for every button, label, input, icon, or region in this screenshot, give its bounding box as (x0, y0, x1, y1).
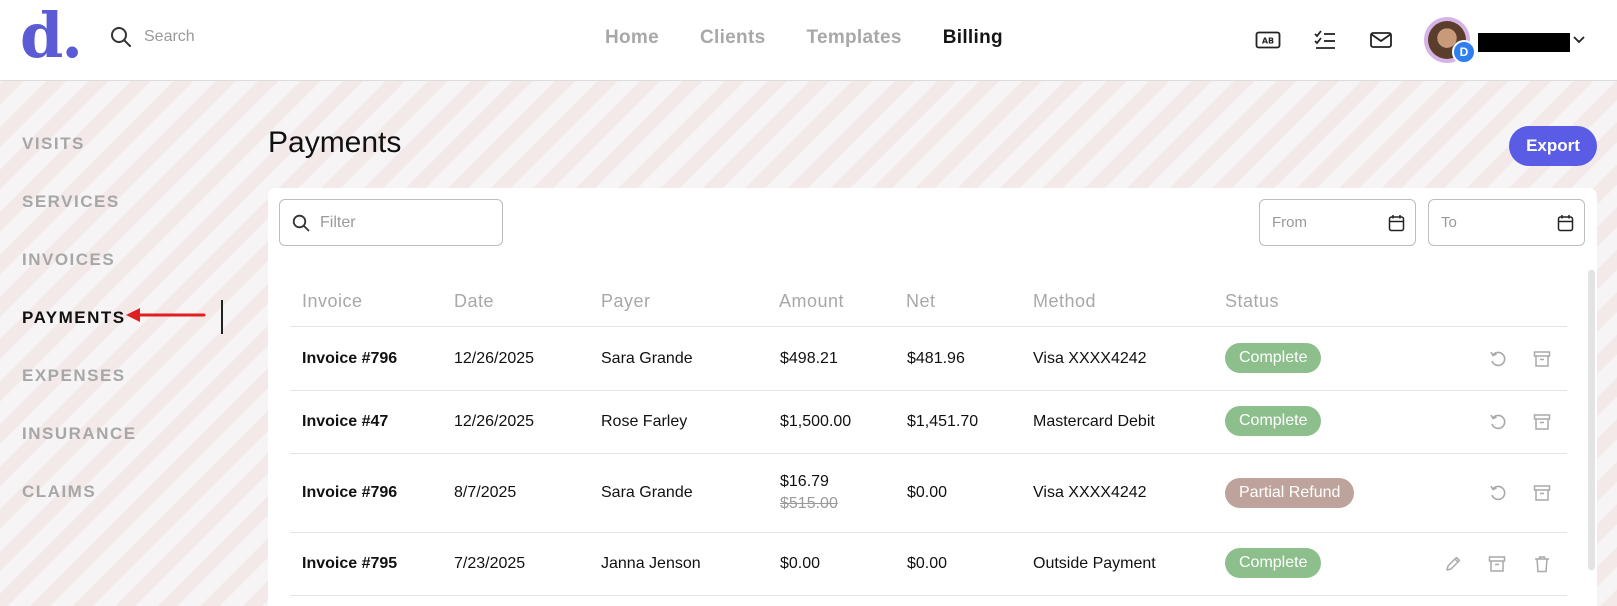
status-badge: Complete (1225, 548, 1322, 578)
svg-text:AB: AB (1262, 37, 1274, 46)
sidebar-item-visits[interactable]: VISITS (22, 134, 85, 154)
trash-icon[interactable] (1533, 555, 1551, 573)
sidebar-item-claims[interactable]: CLAIMS (22, 482, 96, 502)
checklist-icon[interactable] (1313, 29, 1337, 51)
avatar-badge: D (1452, 40, 1476, 64)
invoice-cell[interactable]: Invoice #796 (302, 350, 397, 368)
table-row[interactable]: Invoice #796 8/7/2025 Sara Grande $16.79… (290, 453, 1567, 532)
method-cell: Visa XXXX4242 (1033, 484, 1147, 501)
archive-icon[interactable] (1488, 555, 1506, 573)
app-logo[interactable]: d. (20, 4, 83, 68)
from-date-input[interactable] (1272, 214, 1388, 231)
invoice-cell[interactable]: Invoice #47 (302, 413, 388, 431)
to-date-input[interactable] (1441, 214, 1557, 231)
date-cell: 12/26/2025 (454, 350, 535, 367)
page-title: Payments (268, 126, 402, 159)
payer-cell: Sara Grande (601, 484, 693, 501)
column-header-method[interactable]: Method (1033, 291, 1096, 312)
sidebar-item-payments[interactable]: PAYMENTS (22, 308, 126, 328)
export-button[interactable]: Export (1509, 126, 1597, 166)
filter-input[interactable] (320, 213, 490, 232)
method-cell: Outside Payment (1033, 555, 1156, 572)
column-header-date[interactable]: Date (454, 291, 494, 312)
table-row[interactable]: Invoice #47 12/26/2025 Rose Farley $1,50… (290, 390, 1567, 453)
amount-cell: $1,500.00 (780, 413, 852, 430)
net-cell: $1,451.70 (907, 413, 979, 430)
invoice-cell[interactable]: Invoice #795 (302, 555, 397, 573)
invoice-cell[interactable]: Invoice #796 (302, 484, 397, 502)
method-cell: Visa XXXX4242 (1033, 350, 1147, 367)
search-icon (292, 214, 310, 231)
global-search (110, 26, 324, 48)
status-badge: Complete (1225, 406, 1322, 436)
edit-icon[interactable] (1444, 555, 1462, 573)
nav-home[interactable]: Home (605, 27, 659, 49)
user-avatar[interactable]: D (1424, 17, 1476, 64)
date-cell: 8/7/2025 (454, 484, 517, 501)
payments-card: Invoice Date Payer Amount Net Method Sta… (268, 188, 1597, 606)
date-cell: 7/23/2025 (454, 555, 526, 572)
method-cell: Mastercard Debit (1033, 413, 1155, 430)
amount-cell: $0.00 (780, 555, 821, 572)
column-header-payer[interactable]: Payer (601, 291, 651, 312)
original-amount-cell: $515.00 (780, 495, 838, 512)
refund-icon[interactable] (1489, 350, 1507, 368)
chevron-down-icon[interactable] (1572, 33, 1586, 47)
refund-icon[interactable] (1489, 413, 1507, 431)
column-header-invoice[interactable]: Invoice (302, 291, 363, 312)
status-badge: Complete (1225, 343, 1322, 373)
language-icon[interactable]: AB (1255, 29, 1281, 51)
column-header-net[interactable]: Net (906, 291, 936, 312)
calendar-icon[interactable] (1388, 214, 1405, 232)
amount-cell: $498.21 (780, 350, 838, 367)
status-badge: Partial Refund (1225, 478, 1355, 508)
main-nav: Home Clients Templates Billing (605, 27, 1003, 49)
sidebar-item-insurance[interactable]: INSURANCE (22, 424, 137, 444)
nav-clients[interactable]: Clients (700, 27, 765, 49)
mail-icon[interactable] (1369, 29, 1393, 51)
column-header-amount[interactable]: Amount (779, 291, 844, 312)
from-date-field[interactable] (1259, 199, 1416, 246)
filter-field[interactable] (279, 199, 503, 246)
sidebar-item-invoices[interactable]: INVOICES (22, 250, 115, 270)
table-scrollbar[interactable] (1588, 270, 1595, 570)
table-row[interactable]: Invoice #795 7/23/2025 Janna Jenson $0.0… (290, 532, 1567, 596)
net-cell: $0.00 (907, 555, 948, 572)
nav-templates[interactable]: Templates (806, 27, 901, 49)
amount-cell: $16.79 (780, 473, 829, 490)
archive-icon[interactable] (1533, 484, 1551, 502)
annotation-arrow-icon (126, 308, 206, 322)
top-bar: d. Home Clients Templates Billing AB D (0, 0, 1617, 81)
payer-cell: Janna Jenson (601, 555, 701, 572)
date-cell: 12/26/2025 (454, 413, 535, 430)
refund-icon[interactable] (1489, 484, 1507, 502)
search-input[interactable] (144, 28, 324, 46)
sidebar-item-expenses[interactable]: EXPENSES (22, 366, 126, 386)
search-icon (111, 27, 131, 47)
to-date-field[interactable] (1428, 199, 1585, 246)
archive-icon[interactable] (1533, 413, 1551, 431)
calendar-icon[interactable] (1557, 214, 1574, 232)
table-row[interactable]: Invoice #796 12/26/2025 Sara Grande $498… (290, 326, 1567, 390)
sidebar-active-indicator (221, 300, 223, 334)
sidebar-item-services[interactable]: SERVICES (22, 192, 120, 212)
user-name-redacted[interactable] (1478, 33, 1570, 52)
net-cell: $0.00 (907, 484, 948, 501)
column-header-status[interactable]: Status (1225, 291, 1279, 312)
payer-cell: Sara Grande (601, 350, 693, 367)
nav-billing[interactable]: Billing (943, 27, 1003, 49)
payer-cell: Rose Farley (601, 413, 688, 430)
net-cell: $481.96 (907, 350, 965, 367)
archive-icon[interactable] (1533, 350, 1551, 368)
